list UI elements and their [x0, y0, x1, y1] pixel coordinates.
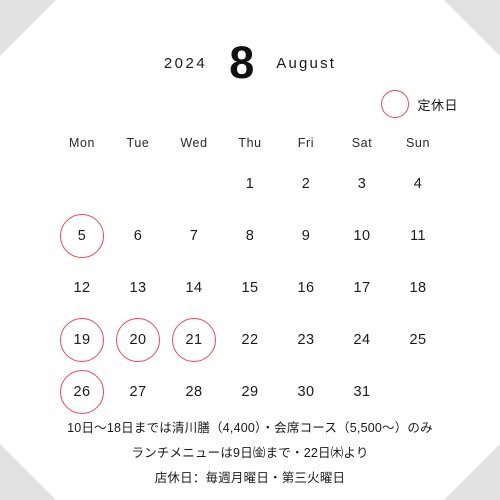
header-month-number: 8: [229, 36, 255, 88]
day-cell: 7: [166, 210, 222, 262]
day-number: 23: [297, 332, 315, 348]
day-cell: 16: [278, 262, 334, 314]
day-number: 26: [73, 384, 91, 400]
day-cell-holiday: 19: [54, 314, 110, 366]
day-number: 29: [241, 384, 259, 400]
day-number: 12: [73, 280, 91, 296]
calendar-week-row: 1 2 3 4: [54, 158, 446, 210]
weekday-header-wed: Wed: [180, 136, 208, 150]
day-number: 31: [353, 384, 371, 400]
day-number: 9: [301, 228, 311, 244]
day-number: 16: [297, 280, 315, 296]
day-cell: 4: [390, 158, 446, 210]
calendar-card: 2024 8 August 定休日 Mon Tue Wed Thu Fri Sa…: [0, 0, 500, 500]
day-number: 20: [129, 332, 147, 348]
day-number: 15: [241, 280, 259, 296]
day-number: 17: [353, 280, 371, 296]
note-line-menu-period: 10日〜18日までは清川膳（4,400）・会席コース（5,500〜）のみ: [67, 421, 433, 435]
weekday-header-sat: Sat: [351, 136, 373, 150]
day-number: 19: [73, 332, 91, 348]
day-number: 24: [353, 332, 371, 348]
day-cell: [166, 158, 222, 210]
day-cell: 18: [390, 262, 446, 314]
day-number: 30: [297, 384, 315, 400]
day-number: 5: [77, 228, 87, 244]
note-line-closed-days: 店休日：毎週月曜日・第三火曜日: [154, 471, 346, 485]
note-line-lunch-menu: ランチメニューは9日㈮まで・22日㈭より: [131, 446, 369, 460]
header-year: 2024: [163, 54, 208, 72]
day-cell: 22: [222, 314, 278, 366]
calendar-grid: Mon Tue Wed Thu Fri Sat Sun 1 2 3 4 5 6 …: [54, 128, 446, 418]
day-number: 8: [245, 228, 255, 244]
day-cell-holiday: 5: [54, 210, 110, 262]
day-cell: 15: [222, 262, 278, 314]
weekday-header-row: Mon Tue Wed Thu Fri Sat Sun: [54, 128, 446, 158]
calendar-week-row: 5 6 7 8 9 10 11: [54, 210, 446, 262]
day-cell: 12: [54, 262, 110, 314]
day-cell-holiday: 21: [166, 314, 222, 366]
day-number: 7: [189, 228, 199, 244]
day-number: 2: [301, 176, 311, 192]
weekday-header-thu: Thu: [238, 136, 262, 150]
day-number: 27: [129, 384, 147, 400]
day-number: 13: [129, 280, 147, 296]
day-number: 22: [241, 332, 259, 348]
day-cell: 28: [166, 366, 222, 418]
day-cell: 10: [334, 210, 390, 262]
day-cell: 9: [278, 210, 334, 262]
weekday-header-fri: Fri: [297, 136, 315, 150]
day-number: 6: [133, 228, 143, 244]
calendar-week-row: 26 27 28 29 30 31: [54, 366, 446, 418]
day-cell: 17: [334, 262, 390, 314]
day-cell: [390, 366, 446, 418]
calendar-header: 2024 8 August: [0, 38, 500, 88]
day-cell: 27: [110, 366, 166, 418]
legend: 定休日: [381, 90, 458, 118]
day-cell-holiday: 20: [110, 314, 166, 366]
day-cell: 23: [278, 314, 334, 366]
day-cell: 11: [390, 210, 446, 262]
weekday-header-sun: Sun: [405, 136, 431, 150]
day-cell-holiday: 26: [54, 366, 110, 418]
day-number: 21: [185, 332, 203, 348]
day-cell: 31: [334, 366, 390, 418]
day-number: 10: [353, 228, 371, 244]
header-month-name: August: [276, 54, 337, 72]
day-number: 4: [413, 176, 423, 192]
day-cell: [110, 158, 166, 210]
day-number: 28: [185, 384, 203, 400]
day-cell: 25: [390, 314, 446, 366]
day-cell: 24: [334, 314, 390, 366]
day-number: 3: [357, 176, 367, 192]
day-number: 25: [409, 332, 427, 348]
day-number: 11: [410, 228, 426, 244]
weekday-header-tue: Tue: [126, 136, 150, 150]
day-cell: 6: [110, 210, 166, 262]
day-cell: 2: [278, 158, 334, 210]
day-cell: 3: [334, 158, 390, 210]
day-cell: 30: [278, 366, 334, 418]
day-cell: 13: [110, 262, 166, 314]
day-number: 18: [409, 280, 427, 296]
footer-notes: 10日〜18日までは清川膳（4,400）・会席コース（5,500〜）のみ ランチ…: [0, 416, 500, 491]
calendar-week-row: 12 13 14 15 16 17 18: [54, 262, 446, 314]
day-cell: 29: [222, 366, 278, 418]
day-number: 1: [245, 176, 255, 192]
day-cell: 1: [222, 158, 278, 210]
calendar-week-row: 19 20 21 22 23 24 25: [54, 314, 446, 366]
legend-circle-icon: [381, 90, 410, 118]
day-cell: 14: [166, 262, 222, 314]
day-cell: 8: [222, 210, 278, 262]
day-number: 14: [185, 280, 203, 296]
day-cell: [54, 158, 110, 210]
legend-label: 定休日: [417, 97, 458, 113]
weekday-header-mon: Mon: [68, 136, 96, 150]
